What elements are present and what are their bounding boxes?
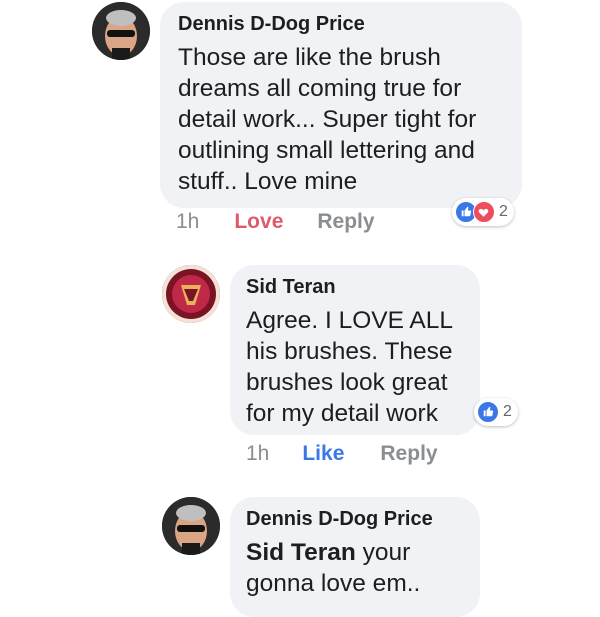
comment-line: dreams all coming true for [178,75,462,102]
comment-line: Those are like the brush [178,44,441,71]
reply-button[interactable]: Reply [317,210,374,234]
avatar[interactable] [92,2,150,60]
love-button[interactable]: Love [234,210,283,234]
timestamp[interactable]: 1h [176,210,199,234]
comment-line-rest: your [355,539,411,566]
comment-bubble: Dennis D-Dog Price Those are like the br… [160,2,522,208]
avatar-photo [162,265,220,323]
comment-line: gonna love em.. [246,570,421,597]
comment-author[interactable]: Dennis D-Dog Price [246,507,464,531]
like-button[interactable]: Like [302,442,344,466]
comment-actions: 1h Like Reply [246,442,438,466]
avatar[interactable] [162,265,220,323]
comment-actions: 1h Love Reply [176,210,375,234]
comment-bubble: Sid Teran Agree. I LOVE ALL his brushes.… [230,265,480,435]
comment-author[interactable]: Dennis D-Dog Price [178,12,504,36]
comment-bubble: Dennis D-Dog Price Sid Teran your gonna … [230,497,480,617]
reaction-summary[interactable]: 2 [452,198,514,226]
comment-line: his brushes. These [246,338,453,365]
comment-author[interactable]: Sid Teran [246,275,464,299]
avatar-photo [162,497,220,555]
comment-line: detail work... Super tight for [178,106,477,133]
love-icon [473,201,495,223]
comment-line: outlining small lettering and [178,137,475,164]
comment-line: Sid Teran your [246,537,464,568]
comment-text: Sid Teran your gonna love em.. [246,537,464,599]
avatar-photo [92,2,150,60]
reaction-summary[interactable]: 2 [474,398,518,426]
comment-text: Agree. I LOVE ALL his brushes. These bru… [246,305,464,429]
timestamp[interactable]: 1h [246,442,269,466]
comment-line: for my detail work [246,400,438,427]
comment-text: Those are like the brush dreams all comi… [178,42,504,197]
reaction-count: 2 [503,403,512,420]
comment-line: brushes look great [246,369,448,396]
comment-line: stuff.. Love mine [178,168,358,195]
avatar[interactable] [162,497,220,555]
comment-line: Agree. I LOVE ALL [246,307,454,334]
mention-link[interactable]: Sid Teran [246,539,356,566]
reply-button[interactable]: Reply [380,442,437,466]
reaction-count: 2 [499,203,508,220]
like-icon [477,401,499,423]
